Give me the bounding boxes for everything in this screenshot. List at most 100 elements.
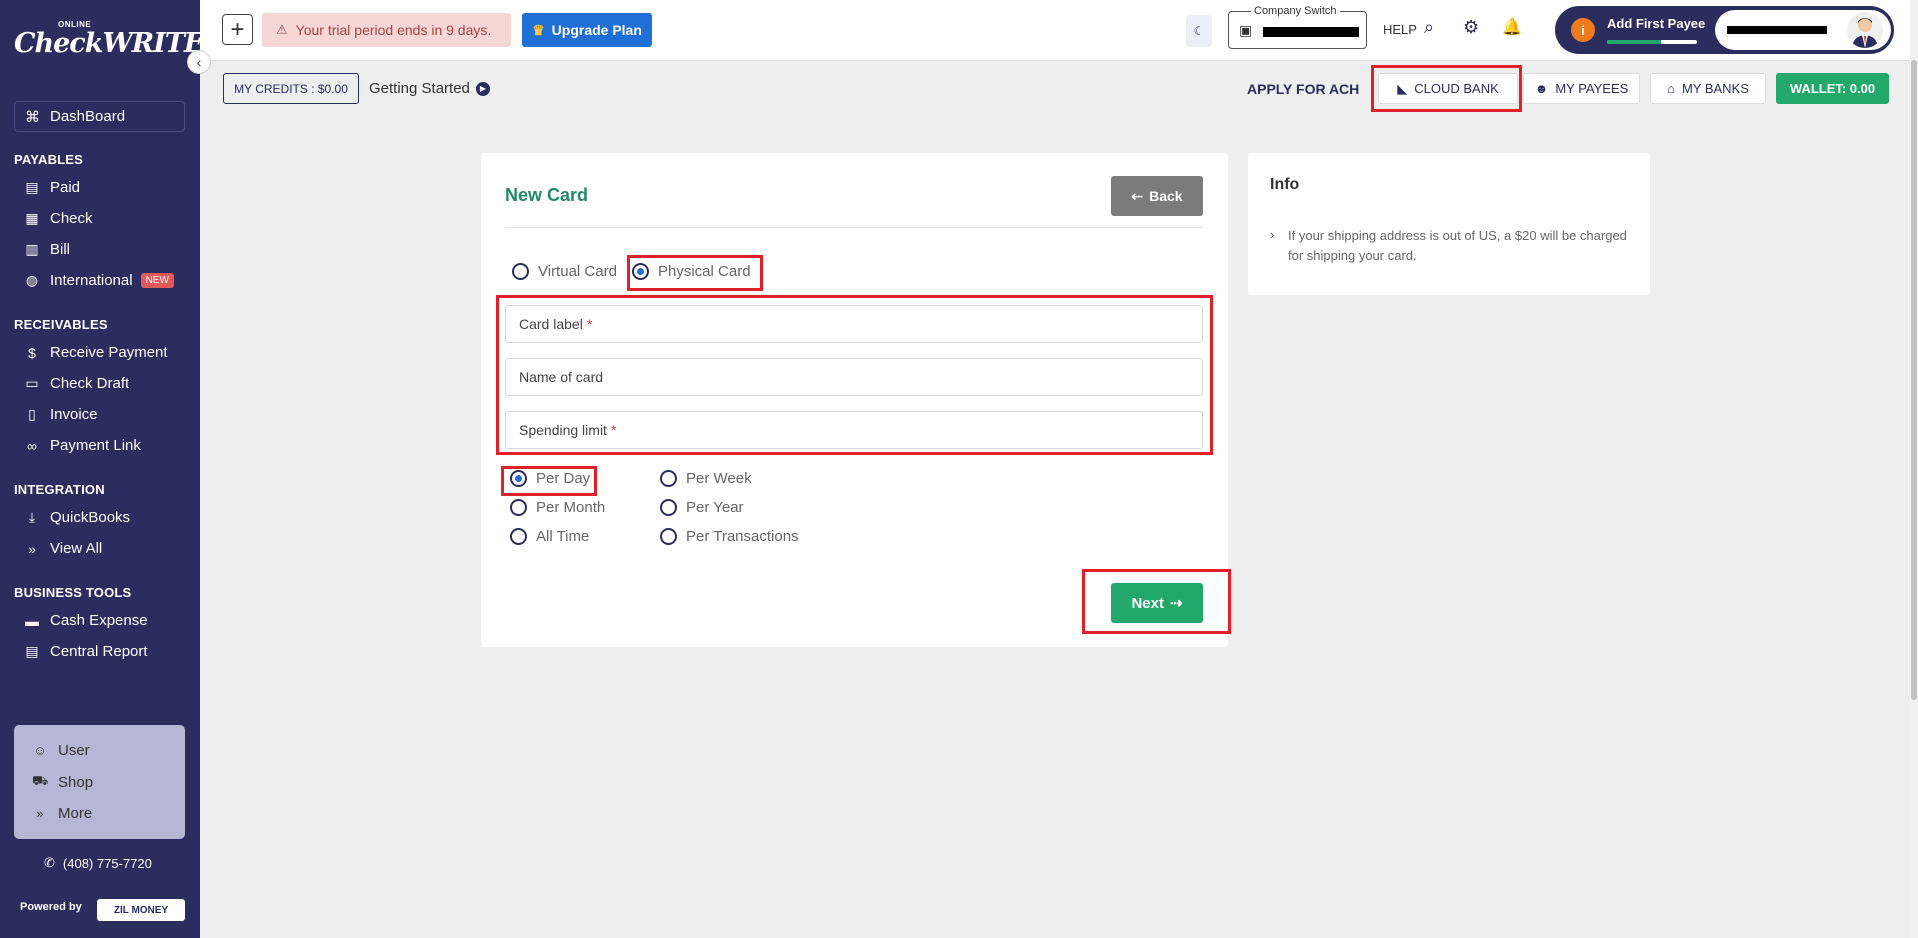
radio-virtual-card[interactable]: Virtual Card [512, 263, 617, 280]
sidebar-item-receive-payment[interactable]: $ Receive Payment [24, 344, 167, 361]
sidebar-item-label: QuickBooks [50, 509, 131, 526]
sidebar-item-payment-link[interactable]: ∞ Payment Link [24, 437, 141, 454]
sidebar-item-paid[interactable]: ▤ Paid [24, 179, 80, 196]
dark-mode-toggle[interactable]: ☾ [1186, 15, 1212, 47]
sidebar-item-label: Bill [50, 241, 71, 258]
radio-circle [660, 528, 677, 545]
company-name-redacted [1263, 27, 1359, 37]
page-title: New Card [505, 185, 589, 205]
highlight-next-button [1082, 569, 1231, 634]
sidebar-item-dashboard[interactable]: ⌘ DashBoard [14, 101, 185, 132]
radio-per-month[interactable]: Per Month [510, 499, 605, 516]
radio-label: Virtual Card [538, 263, 617, 280]
add-first-payee-widget[interactable]: i Add First Payee [1555, 6, 1894, 54]
receipt-icon: ▤ [25, 179, 39, 195]
radio-circle [510, 528, 527, 545]
powered-by-label: Powered by [20, 901, 82, 913]
sidebar-item-label: Paid [50, 179, 81, 196]
link-icon: ∞ [27, 437, 37, 454]
add-button[interactable]: + [222, 14, 253, 45]
my-banks-label: MY BANKS [1681, 81, 1749, 96]
sidebar-item-label: Payment Link [50, 437, 141, 454]
scrollbar-thumb[interactable] [1911, 60, 1917, 700]
sidebar-collapse-button[interactable]: ‹ [187, 50, 211, 74]
sidebar-item-cash-expense[interactable]: ▬ Cash Expense [24, 612, 148, 629]
sidebar-item-bill[interactable]: ▥ Bill [24, 241, 70, 258]
check-doc-icon: ▦ [25, 210, 39, 226]
sidebar-item-more[interactable]: » More [32, 805, 92, 822]
bill-icon: ▥ [25, 241, 39, 257]
sidebar-item-invoice[interactable]: ▯ Invoice [24, 406, 97, 423]
radio-label: Per Month [536, 499, 606, 516]
bell-icon[interactable]: 🔔 [1502, 17, 1522, 37]
highlight-card-fields [496, 295, 1213, 455]
wallet-icon: ▬ [25, 612, 39, 629]
radio-per-transactions[interactable]: Per Transactions [660, 528, 799, 545]
sidebar-item-check[interactable]: ▦ Check [24, 210, 92, 227]
user-profile[interactable] [1715, 10, 1891, 50]
sidebar-bottom-menu: ☺ User ⛟ Shop » More [14, 725, 185, 839]
help-link[interactable]: HELP [1383, 22, 1417, 37]
sidebar-item-label: User [58, 742, 90, 759]
divider [505, 227, 1203, 228]
support-phone[interactable]: ✆ (408) 775-7720 [44, 855, 152, 871]
sidebar-item-view-all[interactable]: » View All [24, 540, 102, 557]
company-switch-label: Company Switch [1251, 5, 1340, 17]
gear-icon[interactable]: ⚙ [1463, 17, 1479, 38]
radio-per-year[interactable]: Per Year [660, 499, 744, 516]
my-payees-label: MY PAYEES [1555, 81, 1629, 96]
radio-label: Per Week [686, 470, 752, 487]
highlight-physical-card [627, 255, 763, 291]
sidebar-item-shop[interactable]: ⛟ Shop [32, 773, 93, 791]
sidebar-item-quickbooks[interactable]: ⤓ QuickBooks [24, 509, 130, 526]
info-title: Info [1270, 176, 1300, 193]
radio-label: Per Transactions [686, 528, 799, 545]
sidebar-item-label: View All [50, 540, 103, 557]
draft-icon: ▭ [25, 375, 39, 391]
search-icon[interactable]: ⌕ [1424, 17, 1434, 38]
user-name-redacted [1727, 26, 1827, 34]
info-icon: i [1571, 18, 1595, 42]
sidebar-item-check-draft[interactable]: ▭ Check Draft [24, 375, 129, 392]
info-panel: Info › If your shipping address is out o… [1248, 153, 1650, 295]
sidebar-item-label: Shop [58, 773, 94, 791]
back-button[interactable]: ⇠ Back [1111, 176, 1203, 216]
user-icon: ☺ [33, 743, 47, 758]
sidebar-item-label: DashBoard [50, 108, 126, 125]
checkwriter-logo[interactable]: ONLINE CheckWRITER [14, 20, 226, 72]
my-payees-button[interactable]: ☻ MY PAYEES [1523, 73, 1640, 104]
sidebar-item-central-report[interactable]: ▤ Central Report [24, 643, 148, 660]
sidebar-item-label: Central Report [50, 643, 148, 660]
sidebar-item-user[interactable]: ☺ User [32, 742, 90, 759]
apply-for-ach-link[interactable]: APPLY FOR ACH [1247, 81, 1359, 97]
sidebar-item-international[interactable]: ◍ International NEW [24, 272, 174, 289]
warning-icon: ⚠ [276, 22, 288, 37]
page-scrollbar[interactable] [1910, 0, 1918, 938]
highlight-per-day [501, 466, 597, 496]
radio-circle [510, 499, 527, 516]
hand-coin-icon: $ [28, 344, 36, 361]
radio-all-time[interactable]: All Time [510, 528, 589, 545]
upgrade-plan-button[interactable]: ♛ Upgrade Plan [522, 13, 652, 47]
sidebar-item-label: International [50, 272, 133, 289]
zil-money-logo[interactable]: ZIL MONEY [97, 899, 185, 921]
my-banks-button[interactable]: ⌂ MY BANKS [1650, 73, 1766, 104]
command-icon: ⌘ [25, 108, 40, 126]
trial-alert: ⚠ Your trial period ends in 9 days. [262, 13, 511, 47]
play-icon: ▶ [475, 81, 490, 96]
company-switch[interactable]: Company Switch ▣ [1228, 5, 1367, 49]
add-first-payee-label: Add First Payee [1607, 16, 1706, 31]
user-icon: ☻ [1534, 81, 1549, 96]
phone-number: (408) 775-7720 [62, 855, 152, 871]
avatar [1847, 12, 1883, 48]
section-integration: INTEGRATION [14, 482, 105, 497]
radio-per-week[interactable]: Per Week [660, 470, 752, 487]
highlight-cloud-bank [1371, 65, 1522, 112]
getting-started-link[interactable]: Getting Started ▶ [369, 80, 490, 97]
wallet-button[interactable]: WALLET: 0.00 [1776, 73, 1889, 104]
my-credits-button[interactable]: MY CREDITS : $0.00 [223, 73, 359, 104]
bank-icon: ⌂ [1667, 81, 1675, 96]
arrow-left-icon: ⇠ [1131, 187, 1144, 204]
payee-progress-fill [1607, 40, 1661, 44]
cart-icon: ⛟ [32, 773, 49, 788]
